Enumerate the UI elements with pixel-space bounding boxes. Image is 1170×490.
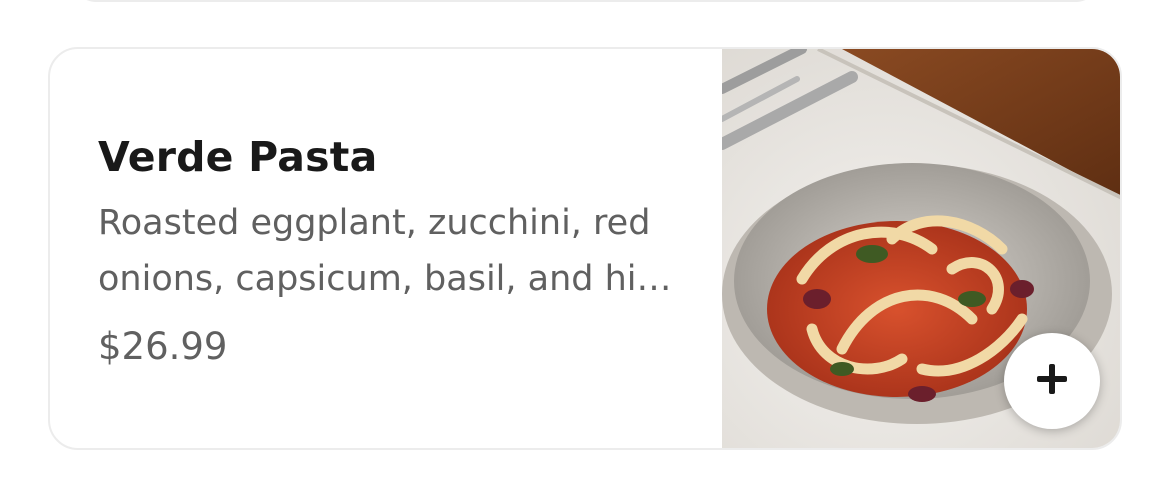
menu-item-price: $26.99 [98, 325, 228, 368]
previous-card-edge [72, 0, 1100, 2]
menu-item-card[interactable]: Verde Pasta Roasted eggplant, zucchini, … [48, 47, 1122, 450]
menu-item-title: Verde Pasta [98, 133, 378, 181]
menu-item-description: Roasted eggplant, zucchini, red onions, … [98, 203, 672, 299]
add-to-cart-button[interactable] [1004, 333, 1100, 429]
plus-icon [1035, 362, 1069, 400]
menu-item-info: Verde Pasta Roasted eggplant, zucchini, … [98, 133, 708, 369]
